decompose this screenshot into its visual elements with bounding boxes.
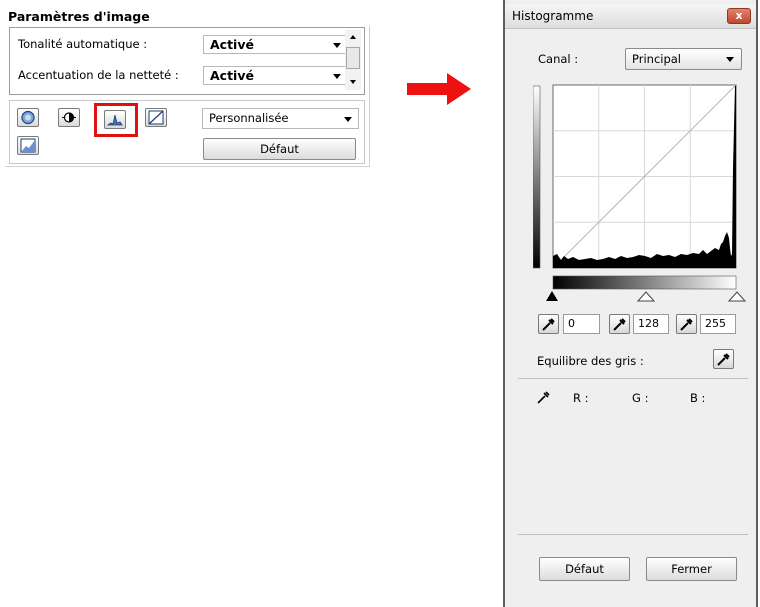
brightness-contrast-button[interactable] [17,108,39,127]
separator [518,534,748,535]
exposure-icon [62,112,76,123]
channel-label: Canal : [538,52,579,66]
white-eyedropper-button[interactable] [676,314,697,334]
final-review-icon [20,138,36,153]
auto-tone-value: Activé [210,37,254,52]
auto-tone-label: Tonalité automatique : [18,37,148,51]
eyedropper-icon [613,318,626,331]
close-button[interactable]: Fermer [646,557,737,581]
mid-eyedropper-button[interactable] [609,314,630,334]
default-button[interactable]: Défaut [539,557,630,581]
white-point-value: 255 [705,317,726,330]
r-label: R : [573,391,589,405]
exposure-button[interactable] [58,108,80,127]
mid-point-value: 128 [638,317,659,330]
vertical-gradient-bar [533,85,541,269]
brightness-contrast-icon [21,110,35,125]
scroll-up-arrow-icon[interactable] [345,30,361,44]
dialog-titlebar[interactable]: Histogramme x [505,4,756,29]
scroll-thumb[interactable] [346,47,360,69]
black-eyedropper-button[interactable] [538,314,559,334]
channel-dropdown[interactable]: Principal [625,48,742,70]
tone-curve-button[interactable] [145,108,167,127]
mid-point-slider[interactable] [636,291,656,302]
black-point-value: 0 [568,317,575,330]
tone-curve-icon [148,110,164,125]
separator [518,378,748,379]
chevron-down-icon [333,43,341,48]
white-point-field[interactable]: 255 [700,314,736,334]
close-icon[interactable]: x [727,8,751,24]
histogram-highlight [94,103,138,137]
channel-value: Principal [632,52,682,66]
level-sliders [546,291,747,302]
sharpen-dropdown[interactable]: Activé [203,66,348,85]
dialog-title: Histogramme [512,9,594,23]
white-point-slider[interactable] [727,291,747,302]
eyedropper-icon [537,391,550,404]
final-review-button[interactable] [17,136,39,155]
eyedropper-icon [680,318,693,331]
panel-title: Paramètres d'image [8,9,150,24]
settings-list: Tonalité automatique : Activé Accentuati… [9,27,365,95]
preset-dropdown[interactable]: Personnalisée [202,108,359,129]
sharpen-label: Accentuation de la netteté : [18,68,179,82]
auto-tone-dropdown[interactable]: Activé [203,35,348,54]
settings-scrollbar[interactable] [345,30,361,90]
g-label: G : [632,391,649,405]
black-point-field[interactable]: 0 [563,314,600,334]
black-point-slider[interactable] [546,291,558,301]
chevron-down-icon [333,74,341,79]
eyedropper-icon [542,318,555,331]
histogram-graph [533,84,737,290]
eyedropper-icon [717,353,730,366]
mid-point-field[interactable]: 128 [633,314,669,334]
gray-balance-eyedropper-button[interactable] [713,349,734,369]
default-button[interactable]: Défaut [203,138,356,160]
preset-value: Personnalisée [209,111,289,125]
b-label: B : [690,391,706,405]
scroll-down-arrow-icon[interactable] [345,74,361,88]
histogram-dialog: Histogramme x Canal : Principal 0 128 25… [503,0,758,607]
gray-balance-label: Equilibre des gris : [537,354,644,368]
image-settings-panel: Paramètres d'image Tonalité automatique … [0,0,370,168]
right-arrow-icon [407,73,471,105]
chevron-down-icon [726,57,734,62]
sharpen-value: Activé [210,68,254,83]
chevron-down-icon [344,117,352,122]
